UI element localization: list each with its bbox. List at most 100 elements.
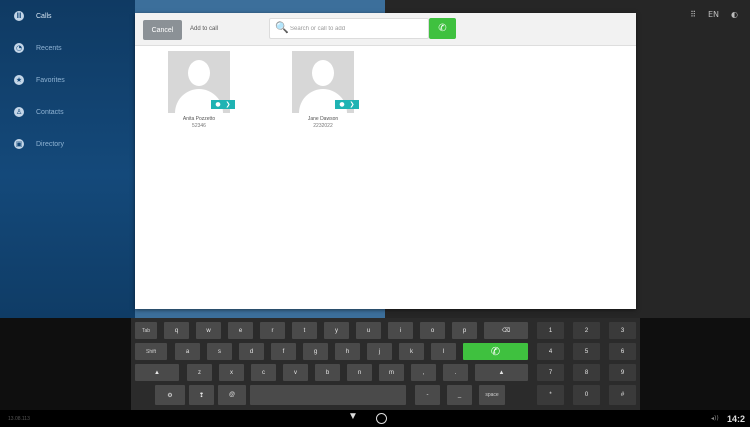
key-z[interactable]: z <box>187 364 212 381</box>
sidebar-item-label: Directory <box>36 140 65 148</box>
add-to-call-dialog: Cancel Add to call 🔍 ✆ ● ❯ Anita Pozzett… <box>135 13 636 309</box>
key-l[interactable]: l <box>431 343 456 360</box>
key-at[interactable]: @ <box>218 385 246 405</box>
numpad-key-3[interactable]: 3 <box>609 322 636 339</box>
key-shift[interactable]: Shift <box>135 343 167 360</box>
numpad-key-7[interactable]: 7 <box>537 364 564 381</box>
cancel-button[interactable]: Cancel <box>143 20 182 40</box>
contact-badge[interactable]: ● ❯ <box>335 100 359 109</box>
key-underscore[interactable]: _ <box>447 385 472 405</box>
key-p[interactable]: p <box>452 322 477 339</box>
hide-keyboard-icon[interactable]: ▼ <box>348 411 358 422</box>
key-call[interactable]: ✆ <box>463 343 528 360</box>
key-c[interactable]: c <box>251 364 276 381</box>
chevron-right-icon: ❯ <box>349 101 355 108</box>
key-dash[interactable]: - <box>415 385 440 405</box>
key-g[interactable]: g <box>303 343 328 360</box>
key-n[interactable]: n <box>347 364 372 381</box>
avatar-head-shape <box>188 60 210 86</box>
key-space-label[interactable]: space <box>479 385 505 405</box>
sidebar-item-calls[interactable]: ll Calls <box>0 0 135 32</box>
sidebar-item-label: Favorites <box>36 76 65 84</box>
key-u[interactable]: u <box>356 322 381 339</box>
numpad-key-5[interactable]: 5 <box>573 343 600 360</box>
key-j[interactable]: j <box>367 343 392 360</box>
numpad-key-8[interactable]: 8 <box>573 364 600 381</box>
key-backspace[interactable]: ⌫ <box>484 322 528 339</box>
key-k[interactable]: k <box>399 343 424 360</box>
key-mic[interactable]: ❢ <box>189 385 214 405</box>
key-shift-right[interactable]: ▲ <box>475 364 528 381</box>
key-comma[interactable]: , <box>411 364 436 381</box>
key-e[interactable]: e <box>228 322 253 339</box>
contact-name: Jane Dawson <box>307 116 339 122</box>
key-h[interactable]: h <box>335 343 360 360</box>
key-i[interactable]: i <box>388 322 413 339</box>
numpad-key-4[interactable]: 4 <box>537 343 564 360</box>
sidebar-item-label: Recents <box>36 44 62 52</box>
screen: ll Calls ◔ Recents ★ Favorites ♙ Contact… <box>0 0 750 427</box>
sidebar-item-label: Contacts <box>36 108 64 116</box>
settings-icon[interactable]: ◐ <box>731 10 738 19</box>
numpad-key-hash[interactable]: # <box>609 385 636 405</box>
video-icon: ● <box>215 101 221 108</box>
volume-icon[interactable]: ◂)) <box>711 415 719 422</box>
sidebar: ll Calls ◔ Recents ★ Favorites ♙ Contact… <box>0 0 135 318</box>
contact-number: 52346 <box>192 123 206 129</box>
search-box[interactable]: 🔍 <box>269 18 429 39</box>
key-d[interactable]: d <box>239 343 264 360</box>
key-b[interactable]: b <box>315 364 340 381</box>
numpad-key-2[interactable]: 2 <box>573 322 600 339</box>
person-icon: ♙ <box>14 107 24 117</box>
top-status-icons: ⠿ EN ◐ <box>690 10 750 19</box>
key-r[interactable]: r <box>260 322 285 339</box>
key-v[interactable]: v <box>283 364 308 381</box>
key-o[interactable]: o <box>420 322 445 339</box>
keyboard-area: Tab q w e r t y u i o p ⌫ Shift a s d f … <box>131 318 640 410</box>
contact-number: 2232022 <box>313 123 333 129</box>
key-s[interactable]: s <box>207 343 232 360</box>
star-icon: ★ <box>14 75 24 85</box>
key-shift-left[interactable]: ▲ <box>135 364 179 381</box>
key-w[interactable]: w <box>196 322 221 339</box>
build-number: 13.08.113 <box>8 416 30 422</box>
sidebar-item-directory[interactable]: ▣ Directory <box>0 128 135 160</box>
key-f[interactable]: f <box>271 343 296 360</box>
on-screen-keyboard: Tab q w e r t y u i o p ⌫ Shift a s d f … <box>0 318 750 410</box>
key-t[interactable]: t <box>292 322 317 339</box>
sidebar-item-recents[interactable]: ◔ Recents <box>0 32 135 64</box>
numpad-key-star[interactable]: * <box>537 385 564 405</box>
numpad-key-6[interactable]: 6 <box>609 343 636 360</box>
grid-icon[interactable]: ⠿ <box>690 10 696 19</box>
key-y[interactable]: y <box>324 322 349 339</box>
sidebar-item-label: Calls <box>36 12 52 20</box>
contact-name: Anita Pozzetto <box>182 116 216 122</box>
key-m[interactable]: m <box>379 364 404 381</box>
dialog-title: Add to call <box>190 26 219 32</box>
avatar-head-shape <box>312 60 334 86</box>
key-x[interactable]: x <box>219 364 244 381</box>
numpad-key-1[interactable]: 1 <box>537 322 564 339</box>
search-icon: 🔍 <box>275 21 289 34</box>
numpad-key-9[interactable]: 9 <box>609 364 636 381</box>
key-a[interactable]: a <box>175 343 200 360</box>
video-icon: ● <box>339 101 345 108</box>
key-q[interactable]: q <box>164 322 189 339</box>
calls-icon: ll <box>14 11 24 21</box>
sidebar-item-contacts[interactable]: ♙ Contacts <box>0 96 135 128</box>
home-icon[interactable] <box>376 413 387 424</box>
dialog-header: Cancel Add to call 🔍 ✆ <box>135 13 636 46</box>
sidebar-item-favorites[interactable]: ★ Favorites <box>0 64 135 96</box>
contact-badge[interactable]: ● ❯ <box>211 100 235 109</box>
key-tab[interactable]: Tab <box>135 322 157 339</box>
system-nav-bar: 13.08.113 ▼ ◂)) 14:2 <box>0 410 750 427</box>
key-space[interactable] <box>250 385 406 405</box>
search-input[interactable] <box>290 23 425 35</box>
key-period[interactable]: . <box>443 364 468 381</box>
language-indicator[interactable]: EN <box>708 10 719 19</box>
settings-key-icon[interactable]: ⚙ <box>155 385 185 405</box>
chevron-right-icon: ❯ <box>225 101 231 108</box>
numpad-key-0[interactable]: 0 <box>573 385 600 405</box>
call-button[interactable]: ✆ <box>429 18 456 39</box>
directory-icon: ▣ <box>14 139 24 149</box>
